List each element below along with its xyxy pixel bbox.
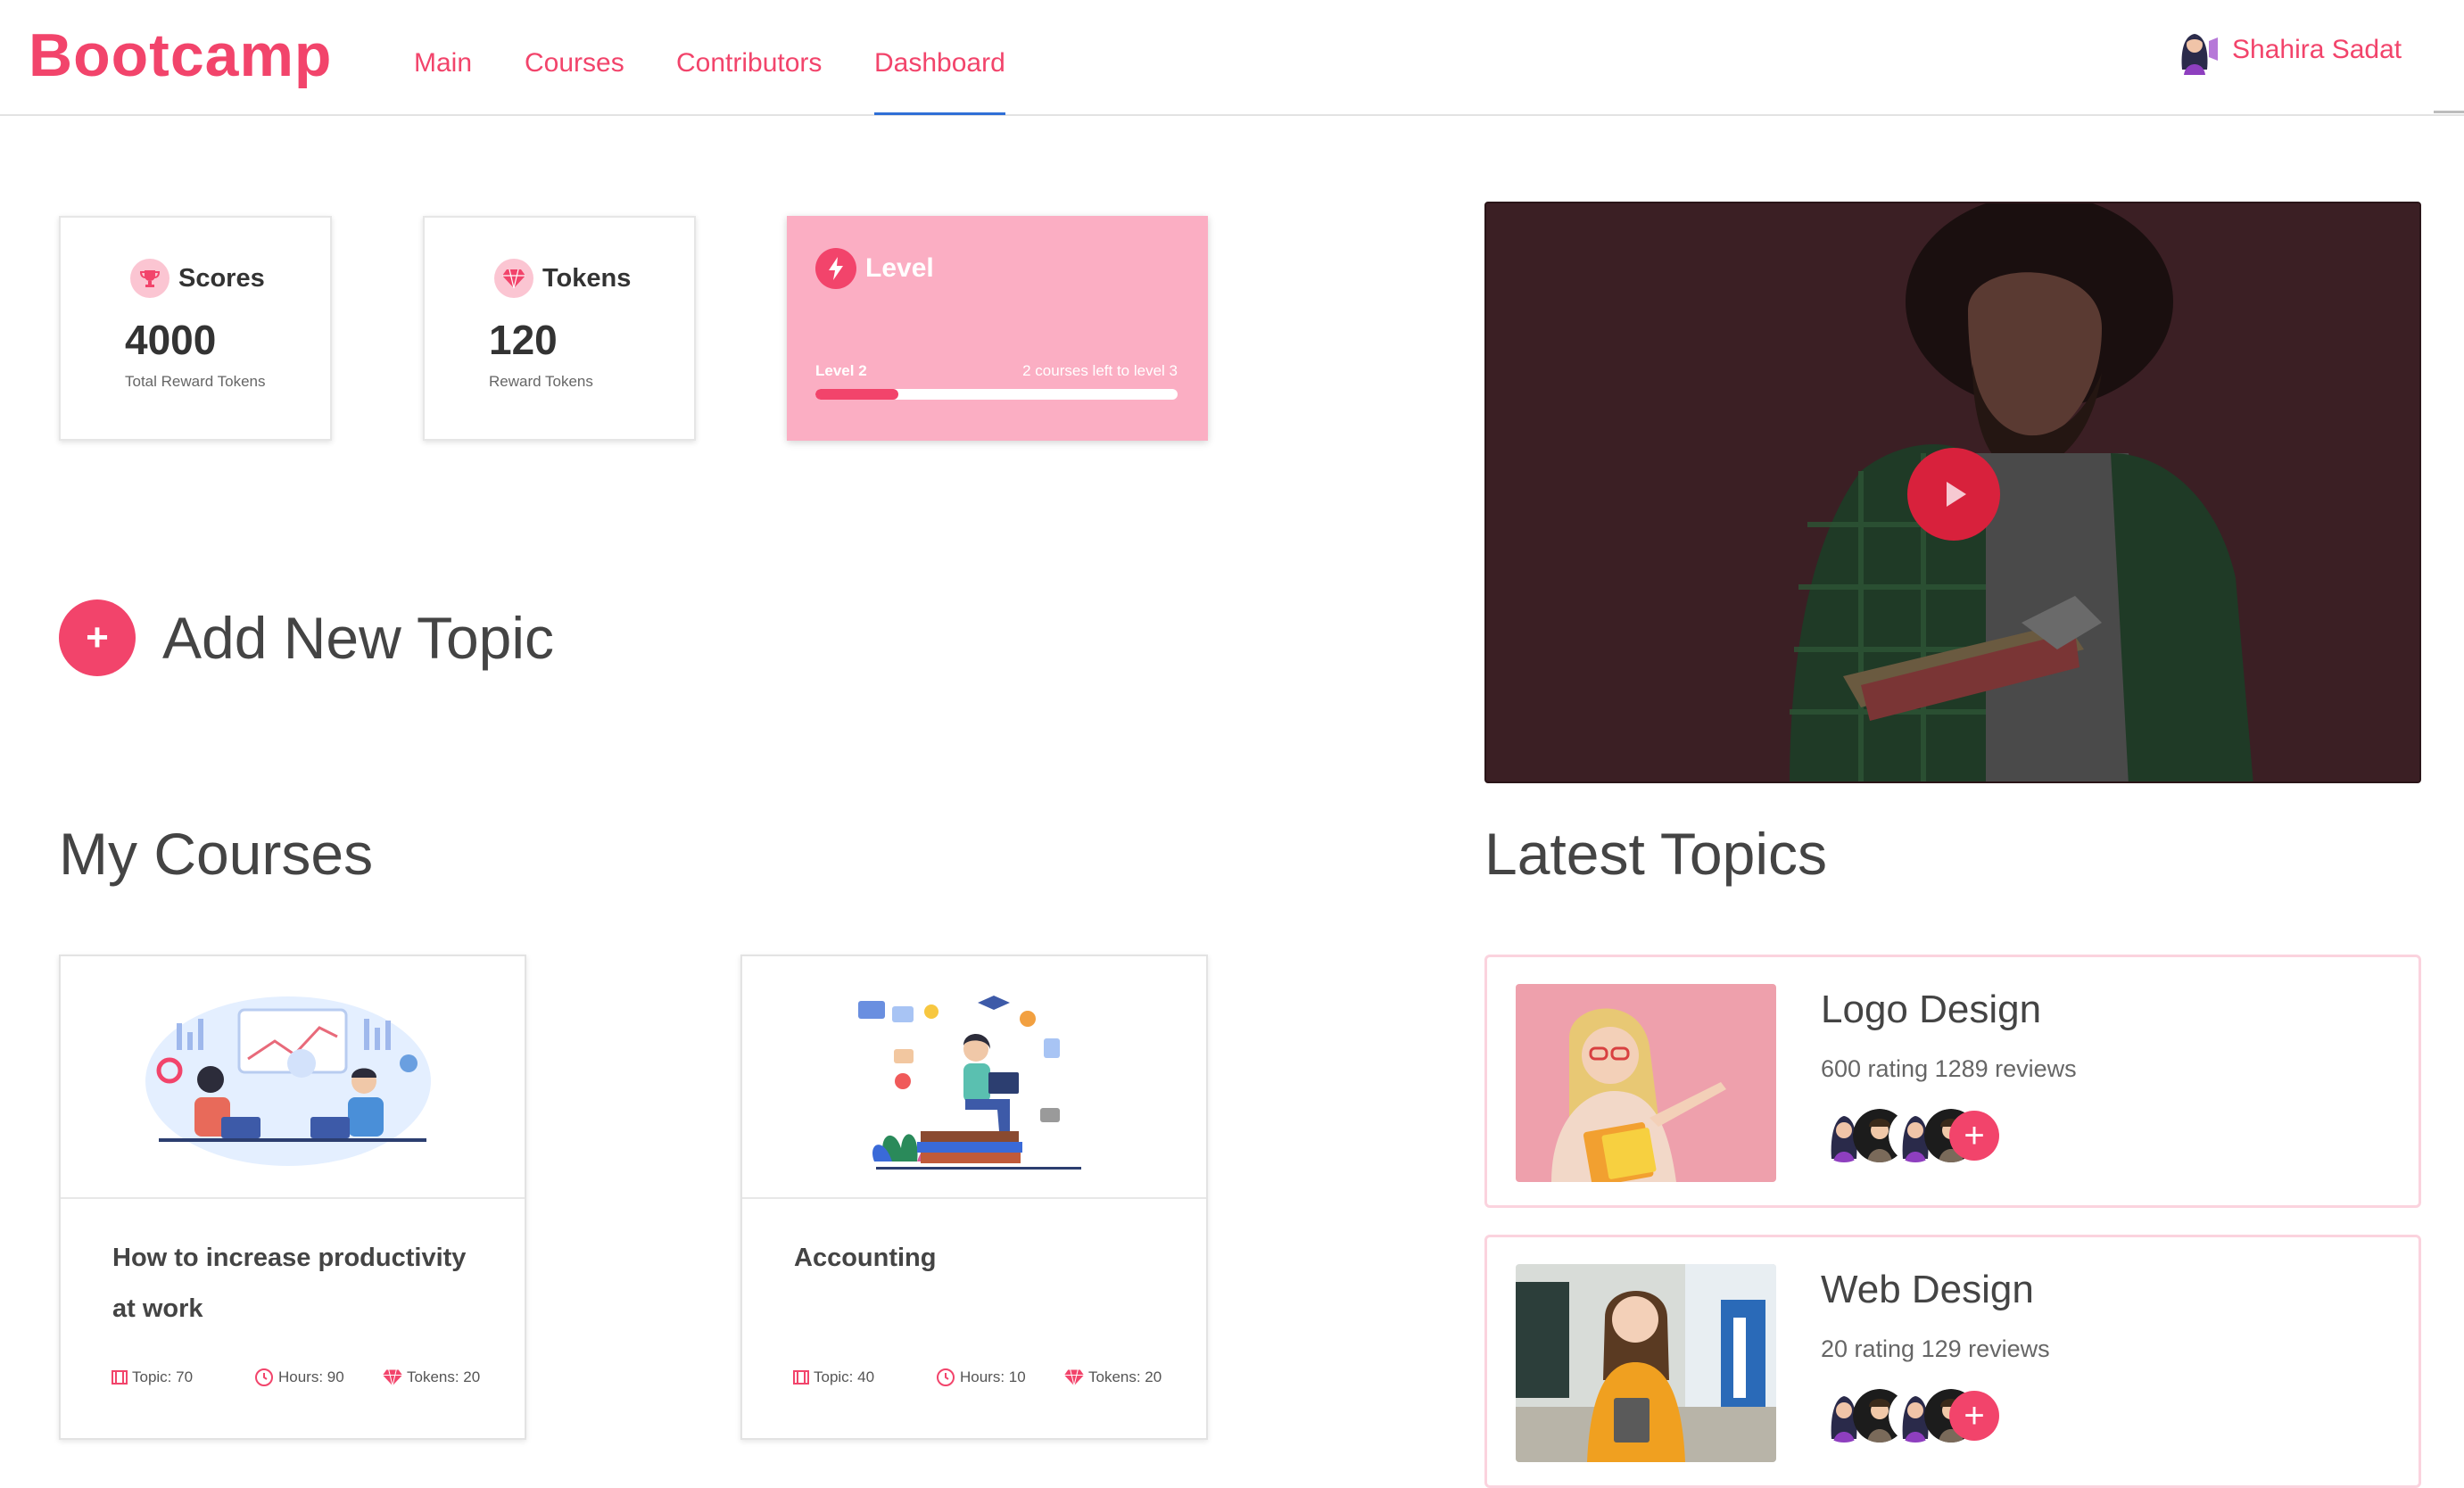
- course-card-accounting[interactable]: Accounting Topic: 40 Hours: 10 Tokens: 2…: [740, 955, 1208, 1440]
- course-illustration: [61, 956, 525, 1199]
- lightning-icon: [815, 248, 856, 289]
- level-progress-bar: [815, 389, 1178, 400]
- tokens-card: Tokens 120 Reward Tokens: [423, 216, 696, 441]
- nav-link-main[interactable]: Main: [414, 50, 472, 77]
- course-title: Accounting: [794, 1244, 937, 1272]
- trophy-icon: [130, 259, 170, 298]
- nav-link-courses[interactable]: Courses: [525, 50, 624, 77]
- navbar-edge-divider: [2434, 111, 2464, 113]
- add-contributor-button[interactable]: +: [1949, 1391, 1999, 1441]
- brand-logo[interactable]: Bootcamp: [29, 25, 332, 86]
- topic-rating: 600 rating 1289 reviews: [1821, 1055, 2077, 1082]
- latest-topics-heading: Latest Topics: [1484, 821, 1828, 887]
- topic-rating: 20 rating 129 reviews: [1821, 1335, 2050, 1362]
- course-topics: Topic: 40: [792, 1367, 935, 1388]
- diamond-icon: [383, 1369, 402, 1386]
- level-progress-fill: [815, 389, 899, 400]
- add-contributor-button[interactable]: +: [1949, 1111, 1999, 1161]
- course-tokens: Tokens: 20: [1063, 1367, 1162, 1388]
- play-icon: [1947, 482, 1966, 507]
- topic-card-web-design[interactable]: Web Design 20 rating 129 reviews +: [1484, 1235, 2421, 1488]
- clock-icon: [937, 1368, 955, 1386]
- plus-icon[interactable]: +: [59, 599, 136, 676]
- topic-thumbnail: [1516, 1264, 1776, 1462]
- level-card: Level Level 2 2 courses left to level 3: [787, 216, 1208, 441]
- course-card-productivity[interactable]: How to increase productivity at work Top…: [59, 955, 526, 1440]
- film-icon: [793, 1370, 809, 1385]
- topic-name: Logo Design: [1821, 988, 2042, 1031]
- featured-video[interactable]: [1484, 202, 2421, 783]
- contributor-avatars: +: [1817, 1109, 2031, 1162]
- course-meta: Topic: 70 Hours: 90 Tokens: 20: [111, 1367, 503, 1388]
- course-topics: Topic: 70: [111, 1367, 253, 1388]
- topic-card-logo-design[interactable]: Logo Design 600 rating 1289 reviews +: [1484, 955, 2421, 1208]
- add-topic-label: Add New Topic: [162, 605, 555, 671]
- course-hours: Hours: 10: [935, 1367, 1063, 1388]
- tokens-title: Tokens: [542, 263, 632, 293]
- scores-subtitle: Total Reward Tokens: [125, 373, 266, 390]
- course-title: How to increase productivity at work: [112, 1244, 467, 1323]
- level-current: Level 2: [815, 362, 867, 379]
- contributor-avatars: +: [1817, 1389, 2031, 1443]
- top-navbar: Bootcamp Main Courses Contributors Dashb…: [0, 0, 2464, 116]
- scores-card: Scores 4000 Total Reward Tokens: [59, 216, 332, 441]
- diamond-icon: [1064, 1369, 1084, 1386]
- level-title: Level: [865, 253, 934, 283]
- course-illustration: [742, 956, 1206, 1199]
- tokens-value: 120: [489, 317, 558, 363]
- topic-thumbnail: [1516, 984, 1776, 1182]
- course-tokens: Tokens: 20: [382, 1367, 480, 1388]
- nav-link-dashboard[interactable]: Dashboard: [874, 50, 1005, 115]
- course-hours: Hours: 90: [253, 1367, 382, 1388]
- nav-link-contributors[interactable]: Contributors: [676, 50, 822, 77]
- level-remaining: 2 courses left to level 3: [1022, 362, 1178, 379]
- diamond-icon: [494, 259, 533, 298]
- film-icon: [112, 1370, 128, 1385]
- scores-title: Scores: [178, 263, 265, 293]
- add-new-topic[interactable]: + Add New Topic: [59, 599, 554, 676]
- tokens-subtitle: Reward Tokens: [489, 373, 593, 390]
- course-meta: Topic: 40 Hours: 10 Tokens: 20: [792, 1367, 1185, 1388]
- scores-value: 4000: [125, 317, 217, 363]
- topic-name: Web Design: [1821, 1268, 2034, 1311]
- user-name: Shahira Sadat: [2232, 35, 2402, 64]
- play-button[interactable]: [1907, 448, 2000, 541]
- user-menu[interactable]: Shahira Sadat: [2170, 25, 2402, 75]
- clock-icon: [255, 1368, 273, 1386]
- user-avatar: [2181, 34, 2218, 75]
- my-courses-heading: My Courses: [59, 821, 374, 887]
